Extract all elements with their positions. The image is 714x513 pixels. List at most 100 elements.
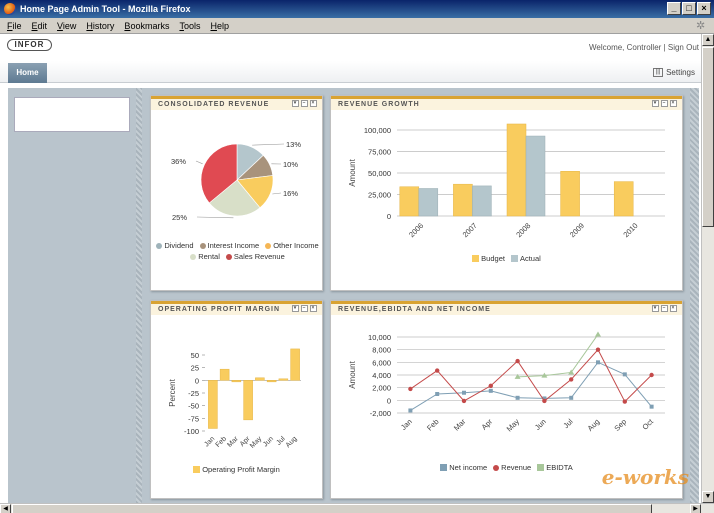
portlet-header: OPERATING PROFIT MARGIN ▾ – ×	[151, 301, 322, 315]
bar-Jun	[266, 380, 277, 383]
collapse-button[interactable]: ▾	[652, 305, 659, 312]
point-net-income	[569, 395, 574, 400]
pie-leader-line	[272, 192, 282, 195]
horizontal-scroll-thumb[interactable]	[12, 504, 652, 513]
x-tick-label: Mar	[452, 417, 468, 433]
bar-budget-2009	[560, 171, 580, 217]
legend-item-interest-income: Interest Income	[199, 241, 259, 250]
collapse-button[interactable]: ▾	[292, 100, 299, 107]
firefox-icon	[4, 3, 16, 15]
close-portlet-button[interactable]: ×	[310, 305, 317, 312]
scroll-up-button[interactable]: ▲	[702, 34, 714, 46]
point-ebidta	[595, 331, 601, 337]
revenue-growth-chart: 0 25,000 50,000 75,000 100,000 Amount 2006 2007…	[348, 123, 665, 239]
close-portlet-button[interactable]: ×	[310, 100, 317, 107]
collapse-button[interactable]: ▾	[292, 305, 299, 312]
scroll-down-button[interactable]: ▼	[702, 491, 714, 503]
portlet-consolidated-revenue: CONSOLIDATED REVENUE ▾ – × 13% 10% 16% 25% 3…	[150, 95, 323, 291]
watermark-logo: e-works	[601, 465, 689, 489]
page-content: INFOR Welcome, Controller | Sign Out Hom…	[0, 34, 701, 503]
y-axis-label: Percent	[168, 378, 177, 406]
vertical-scroll-thumb[interactable]	[702, 47, 714, 227]
bar-budget-2010	[613, 181, 634, 217]
menu-bar: File Edit View History Bookmarks Tools H…	[0, 18, 714, 34]
y-tick-label: -75	[188, 414, 199, 423]
legend-item-operating-profit-margin: Operating Profit Margin	[193, 465, 280, 474]
bar-actual-2006	[418, 188, 439, 217]
legend-label: Revenue	[501, 463, 532, 472]
y-tick-label: -2,000	[370, 409, 391, 418]
portlet-revenue-growth: REVENUE GROWTH ▾ – × 0 25,000 50,000 75,000…	[330, 95, 683, 291]
y-axis-label: Amount	[348, 360, 357, 388]
x-tick-label: Jun	[262, 435, 275, 448]
x-tick-label: Jan	[399, 417, 414, 432]
window-title: Home Page Admin Tool - Mozilla Firefox	[20, 4, 191, 14]
line-ebidta	[517, 334, 599, 378]
sign-out-link[interactable]: Sign Out	[668, 43, 699, 52]
vertical-scrollbar[interactable]: ▲ ▼	[701, 34, 714, 503]
settings-icon: |||	[653, 68, 664, 77]
minimize-portlet-button[interactable]: –	[301, 100, 308, 107]
title-bar: Home Page Admin Tool - Mozilla Firefox _…	[0, 0, 714, 18]
point-revenue	[595, 347, 601, 352]
x-tick-label: 2010	[621, 221, 639, 239]
scroll-right-button[interactable]: ▶	[690, 504, 701, 513]
y-axis-label: Amount	[348, 158, 357, 186]
pie-slice-label: 13%	[286, 140, 301, 149]
splitter-handle[interactable]	[136, 88, 142, 503]
bar-Jan	[208, 380, 218, 429]
legend-label: Budget	[481, 254, 505, 263]
x-tick-label: Jun	[533, 417, 548, 432]
close-portlet-button[interactable]: ×	[670, 305, 677, 312]
legend-item-sales-revenue: Sales Revenue	[225, 252, 285, 261]
menu-bookmarks[interactable]: Bookmarks	[124, 21, 169, 31]
y-tick-label: 25,000	[368, 191, 391, 200]
legend-swatch	[440, 464, 448, 471]
browser-window: Home Page Admin Tool - Mozilla Firefox _…	[0, 0, 714, 513]
menu-tools[interactable]: Tools	[179, 21, 200, 31]
menu-history[interactable]: History	[86, 21, 114, 31]
right-splitter-handle[interactable]	[690, 88, 699, 503]
portlet-operating-profit-margin: OPERATING PROFIT MARGIN ▾ – × -100 -75 -50…	[150, 300, 323, 499]
bar-budget-2007	[453, 183, 473, 217]
point-revenue	[488, 383, 493, 388]
collapse-button[interactable]: ▾	[652, 100, 659, 107]
y-tick-label: 0	[387, 212, 391, 221]
pie-leader-line	[195, 160, 203, 165]
menu-help[interactable]: Help	[210, 21, 229, 31]
legend-item-actual: Actual	[510, 254, 541, 263]
tab-home[interactable]: Home	[8, 63, 47, 83]
portlet-title: REVENUE,EBIDTA AND NET INCOME	[338, 306, 491, 313]
portlet-header: CONSOLIDATED REVENUE ▾ – ×	[151, 96, 322, 110]
menu-view[interactable]: View	[57, 21, 76, 31]
point-net-income	[408, 408, 413, 413]
scroll-left-button[interactable]: ◀	[0, 504, 11, 513]
close-button[interactable]: ×	[697, 2, 711, 15]
x-tick-label: 2006	[407, 221, 425, 239]
minimize-portlet-button[interactable]: –	[661, 100, 668, 107]
settings-link[interactable]: ||| Settings	[653, 68, 695, 77]
menu-edit[interactable]: Edit	[32, 21, 48, 31]
horizontal-scrollbar[interactable]: ◀ ▶	[0, 503, 714, 513]
y-tick-label: 10,000	[368, 333, 391, 342]
legend-label: Other Income	[273, 241, 319, 250]
minimize-portlet-button[interactable]: –	[301, 305, 308, 312]
legend-label: Net income	[449, 463, 488, 472]
revenue-growth-legend: Budget Actual	[331, 254, 682, 263]
legend-label: Dividend	[164, 241, 194, 250]
legend-swatch	[493, 464, 500, 471]
minimize-button[interactable]: _	[667, 2, 681, 15]
x-tick-label: Jul	[561, 417, 574, 430]
menu-file[interactable]: File	[7, 21, 22, 31]
x-tick-label: Jan	[203, 435, 216, 448]
bar-May	[255, 377, 265, 381]
pie-slice-label: 36%	[171, 157, 186, 166]
legend-swatch	[472, 255, 480, 262]
x-tick-label: Feb	[425, 417, 441, 433]
minimize-portlet-button[interactable]: –	[661, 305, 668, 312]
point-net-income	[515, 395, 520, 400]
y-tick-label: 4,000	[372, 371, 391, 380]
close-portlet-button[interactable]: ×	[670, 100, 677, 107]
maximize-button[interactable]: □	[682, 2, 696, 15]
bar-Jul	[278, 378, 289, 381]
